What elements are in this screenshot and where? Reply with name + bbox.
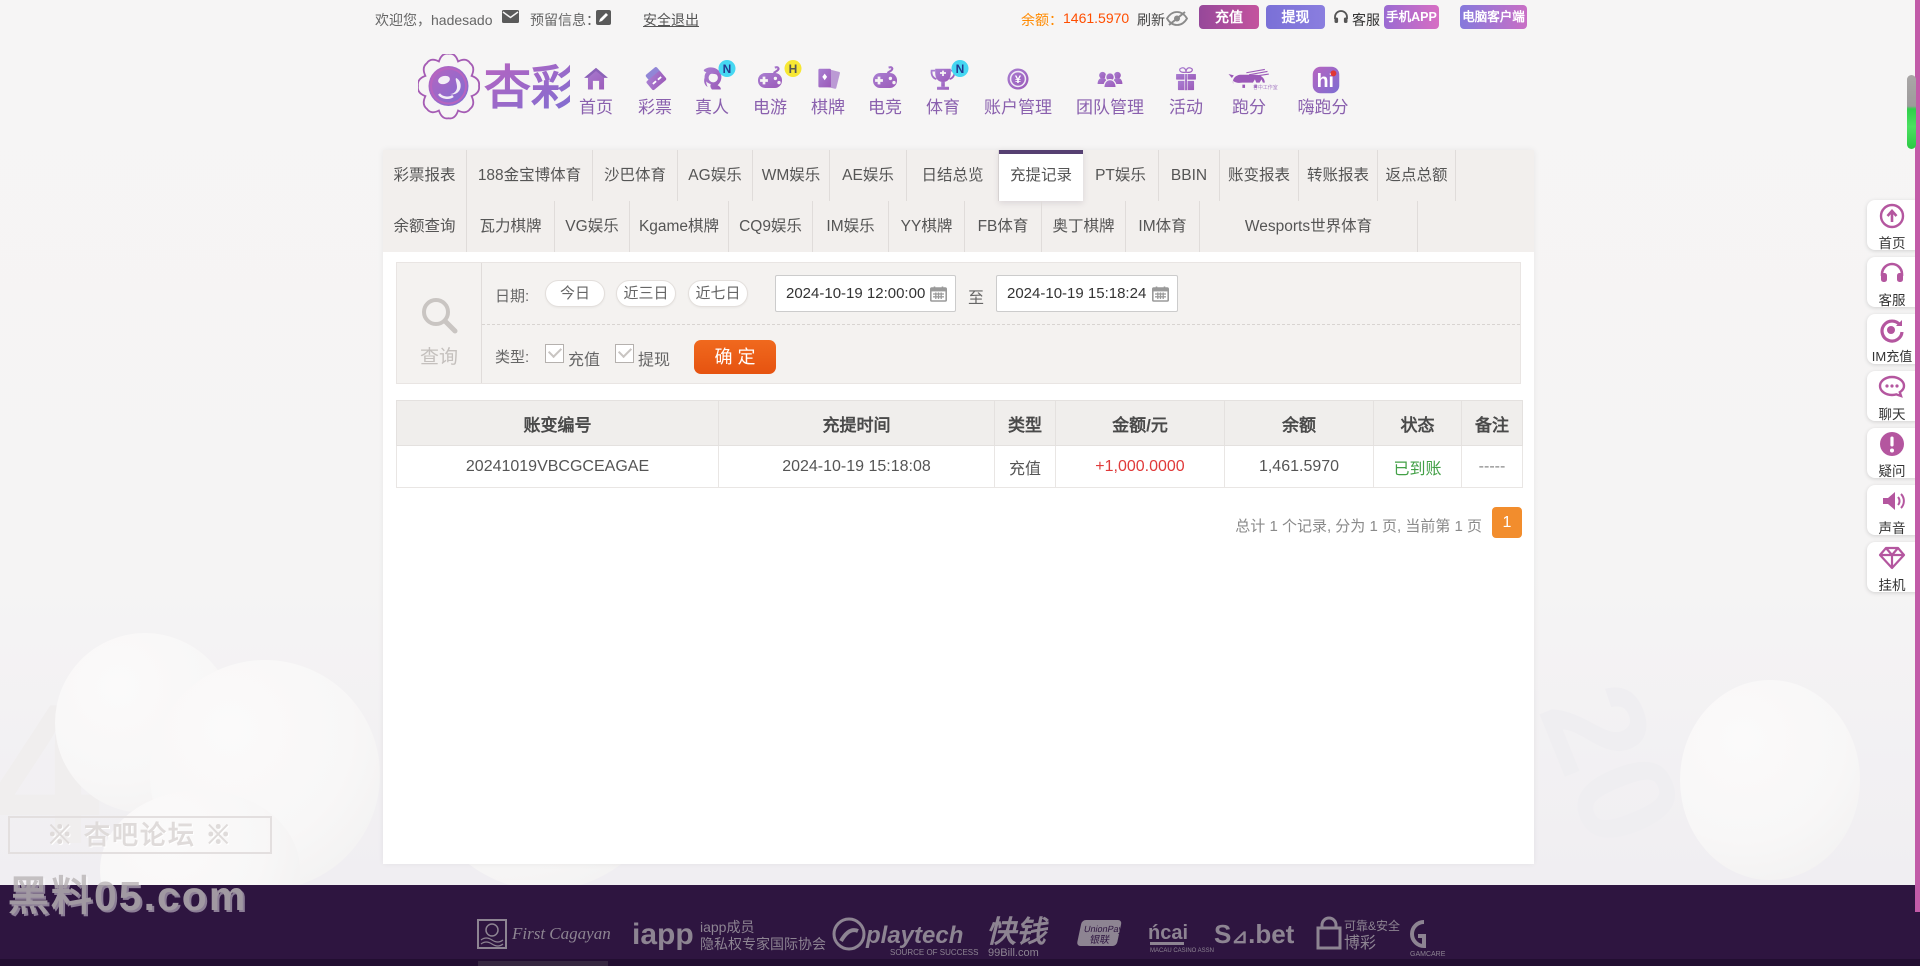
svg-text:iapp: iapp — [632, 918, 694, 951]
svg-text:N: N — [956, 62, 965, 76]
svg-text:快钱: 快钱 — [986, 916, 1049, 949]
svg-text:银联: 银联 — [1088, 933, 1111, 946]
svg-text:可靠&安全: 可靠&安全 — [1344, 918, 1400, 933]
svg-text:99Bill.com: 99Bill.com — [988, 947, 1039, 959]
svg-text:iapp成员: iapp成员 — [700, 919, 754, 935]
svg-text:¥: ¥ — [1015, 74, 1022, 86]
svg-text:playtech: playtech — [865, 922, 963, 949]
svg-text:S⊿.bet: S⊿.bet — [1214, 919, 1295, 949]
svg-text:博彩: 博彩 — [1344, 934, 1376, 952]
svg-text:MACAU CASINO ASSN: MACAU CASINO ASSN — [1150, 948, 1214, 954]
svg-text:GAMCARE: GAMCARE — [1410, 951, 1446, 958]
svg-text:First Cagayan: First Cagayan — [511, 924, 611, 943]
svg-text:SOURCE OF SUCCESS: SOURCE OF SUCCESS — [890, 948, 978, 957]
svg-text:H: H — [789, 62, 798, 76]
svg-text:隐私权专家国际协会: 隐私权专家国际协会 — [700, 936, 826, 952]
svg-text:N: N — [723, 62, 732, 76]
svg-text:ńcai: ńcai — [1148, 922, 1188, 944]
svg-text:UnionPay: UnionPay — [1083, 924, 1125, 934]
svg-text:杏彩: 杏彩 — [484, 61, 570, 114]
